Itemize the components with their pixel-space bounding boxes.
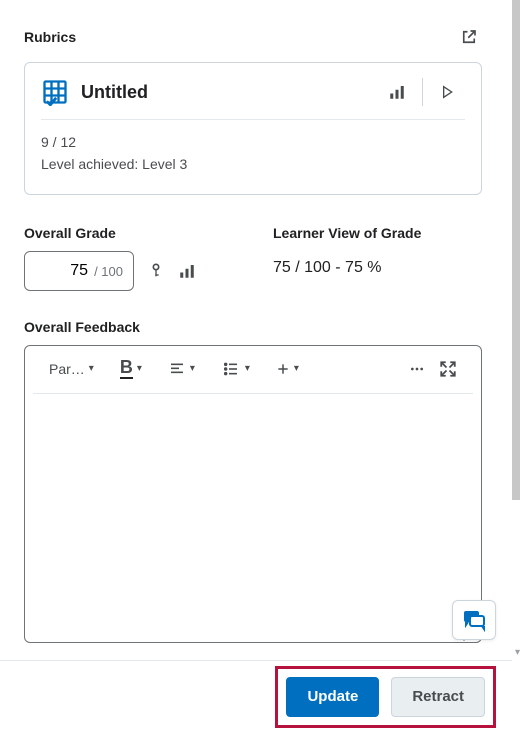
rubric-grid-icon <box>41 78 69 106</box>
chevron-down-icon: ▾ <box>294 363 299 374</box>
scroll-down-indicator: ▾ <box>515 647 520 658</box>
list-icon <box>221 361 241 377</box>
learner-view-label: Learner View of Grade <box>273 225 502 241</box>
overall-grade-label: Overall Grade <box>24 225 253 241</box>
rubric-expand-button[interactable] <box>429 77 465 107</box>
feedback-editor[interactable]: Par… ▾ B ▾ ▾ ▾ <box>24 345 482 643</box>
fullscreen-icon <box>439 360 457 378</box>
update-button[interactable]: Update <box>286 677 379 717</box>
rubric-level: Level achieved: Level 3 <box>41 156 465 172</box>
divider <box>422 78 423 106</box>
editor-toolbar: Par… ▾ B ▾ ▾ ▾ <box>33 346 473 394</box>
list-dropdown[interactable]: ▾ <box>215 357 256 381</box>
chat-button[interactable] <box>452 600 496 640</box>
chevron-down-icon: ▾ <box>245 363 250 374</box>
plus-icon <box>276 362 290 376</box>
popout-button[interactable] <box>456 24 482 50</box>
more-actions-button[interactable] <box>401 357 433 381</box>
evaluation-panel: Rubrics Untitled <box>0 0 506 643</box>
grade-input[interactable] <box>50 261 90 281</box>
footer-bar: Update Retract <box>0 660 512 732</box>
ellipsis-icon <box>407 361 427 377</box>
action-highlight-frame: Update Retract <box>275 666 496 728</box>
align-dropdown[interactable]: ▾ <box>162 357 201 381</box>
chat-icon <box>461 608 487 632</box>
insert-dropdown[interactable]: ▾ <box>270 358 305 380</box>
chevron-down-icon: ▾ <box>89 363 94 374</box>
grade-stats-button[interactable] <box>178 262 196 280</box>
bar-chart-icon <box>388 83 406 101</box>
grade-input-wrapper[interactable]: / 100 <box>24 251 134 291</box>
play-icon <box>439 83 455 101</box>
grade-lock-button[interactable] <box>148 261 164 281</box>
chevron-down-icon: ▾ <box>137 363 142 374</box>
rubric-title: Untitled <box>81 82 366 103</box>
fullscreen-button[interactable] <box>433 356 463 382</box>
scrollbar[interactable] <box>512 0 520 500</box>
bar-chart-icon <box>178 262 196 280</box>
paragraph-style-dropdown[interactable]: Par… ▾ <box>43 357 100 381</box>
popout-icon <box>460 28 478 46</box>
chevron-down-icon: ▾ <box>190 363 195 374</box>
bold-icon: B <box>120 358 133 379</box>
grade-max: / 100 <box>94 264 123 279</box>
rubric-score: 9 / 12 <box>41 134 465 150</box>
align-left-icon <box>168 361 186 377</box>
retract-button[interactable]: Retract <box>391 677 485 717</box>
bold-dropdown[interactable]: B ▾ <box>114 354 148 383</box>
paragraph-style-label: Par… <box>49 361 85 377</box>
overall-feedback-label: Overall Feedback <box>24 319 482 335</box>
rubric-stats-button[interactable] <box>378 77 416 107</box>
rubrics-heading: Rubrics <box>24 29 76 45</box>
rubric-card[interactable]: Untitled 9 / 12 Level achieved: Level 3 <box>24 62 482 195</box>
learner-view-value: 75 / 100 - 75 % <box>273 251 502 277</box>
key-icon <box>148 261 164 281</box>
